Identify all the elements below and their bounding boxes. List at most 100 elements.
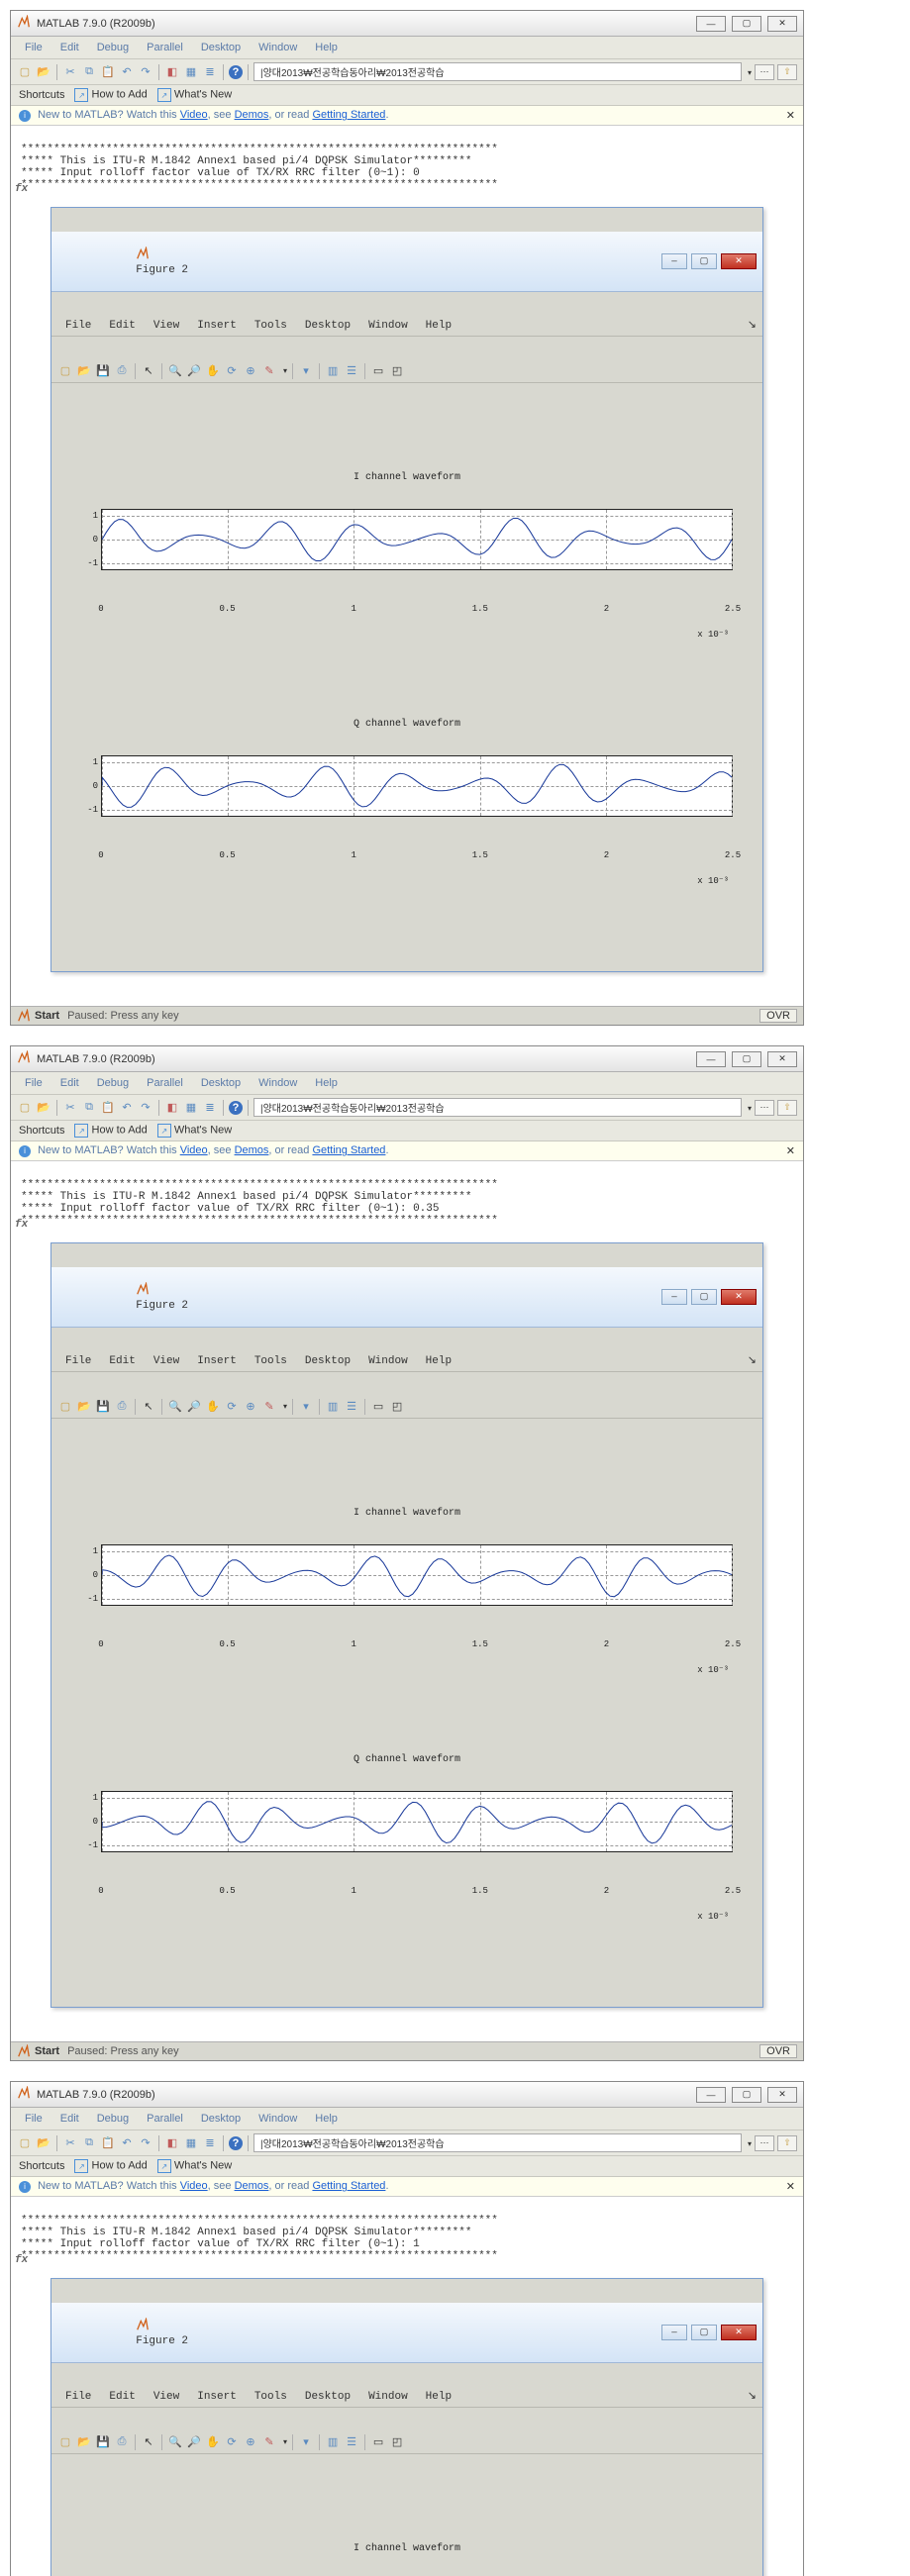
menu-help[interactable]: Help <box>307 2111 346 2127</box>
menu-window[interactable]: Window <box>251 1075 305 1091</box>
redo-icon[interactable]: ↷ <box>138 64 153 80</box>
undock-icon[interactable]: ◰ <box>389 1399 405 1415</box>
brush-dropdown[interactable] <box>280 2436 287 2448</box>
shortcut-how-to-add[interactable]: ↗ How to Add <box>74 2159 147 2173</box>
shortcut-whats-new[interactable]: ↗ What's New <box>157 1124 232 1138</box>
simulink-icon[interactable]: ◧ <box>164 2135 180 2151</box>
figure-maximize-button[interactable]: ▢ <box>691 2325 717 2340</box>
fx-icon[interactable]: fx <box>15 2254 28 2266</box>
help-icon[interactable]: ? <box>229 1101 243 1115</box>
up-folder-button[interactable]: ⇧ <box>777 2135 797 2151</box>
colorbar-icon[interactable]: ▥ <box>325 2434 341 2450</box>
fig-menu-help[interactable]: Help <box>418 318 459 334</box>
menu-parallel[interactable]: Parallel <box>139 2111 191 2127</box>
brush-icon[interactable]: ✎ <box>261 363 277 379</box>
fig-menu-file[interactable]: File <box>57 2389 99 2405</box>
current-folder-path[interactable]: |양대2013₩전공학습동아리₩2013전공학습 <box>253 62 742 81</box>
fig-menu-file[interactable]: File <box>57 318 99 334</box>
zoomout-icon[interactable]: 🔎 <box>186 363 202 379</box>
zoomin-icon[interactable]: 🔍 <box>167 1399 183 1415</box>
link-icon[interactable]: ▾ <box>298 2434 314 2450</box>
arrow-icon[interactable]: ↖ <box>141 2434 156 2450</box>
maximize-button[interactable]: ▢ <box>732 2087 761 2103</box>
minimize-button[interactable]: — <box>696 16 726 32</box>
figure-dock-toggle-icon[interactable]: ↘ <box>748 318 757 334</box>
new-icon[interactable]: ▢ <box>57 2434 73 2450</box>
open-icon[interactable]: 📂 <box>76 363 92 379</box>
fig-menu-window[interactable]: Window <box>360 1353 416 1369</box>
menu-parallel[interactable]: Parallel <box>139 40 191 55</box>
figure-dock-toggle-icon[interactable]: ↘ <box>748 1353 757 1369</box>
figure-close-button[interactable]: ✕ <box>721 2325 757 2340</box>
menu-window[interactable]: Window <box>251 2111 305 2127</box>
datacursor-icon[interactable]: ⊕ <box>243 2434 258 2450</box>
maximize-button[interactable]: ▢ <box>732 16 761 32</box>
getting-started-link[interactable]: Getting Started <box>312 109 385 121</box>
menu-desktop[interactable]: Desktop <box>193 40 249 55</box>
menu-file[interactable]: File <box>17 2111 51 2127</box>
fig-menu-desktop[interactable]: Desktop <box>297 318 358 334</box>
new-icon[interactable]: ▢ <box>17 1100 33 1116</box>
legend-icon[interactable]: ☰ <box>344 363 359 379</box>
close-button[interactable]: ✕ <box>767 1051 797 1067</box>
getting-started-link[interactable]: Getting Started <box>312 2180 385 2192</box>
copy-icon[interactable]: ⧉ <box>81 2135 97 2151</box>
fig-menu-window[interactable]: Window <box>360 318 416 334</box>
notice-close-button[interactable]: ✕ <box>786 2180 795 2193</box>
undo-icon[interactable]: ↶ <box>119 1100 135 1116</box>
link-icon[interactable]: ▾ <box>298 1399 314 1415</box>
shortcut-how-to-add[interactable]: ↗ How to Add <box>74 88 147 102</box>
fig-menu-window[interactable]: Window <box>360 2389 416 2405</box>
save-icon[interactable]: 💾 <box>95 363 111 379</box>
fx-icon[interactable]: fx <box>15 183 28 195</box>
close-button[interactable]: ✕ <box>767 2087 797 2103</box>
demos-link[interactable]: Demos <box>235 109 269 121</box>
menu-edit[interactable]: Edit <box>52 40 87 55</box>
open-icon[interactable]: 📂 <box>76 2434 92 2450</box>
video-link[interactable]: Video <box>180 2180 208 2192</box>
menu-edit[interactable]: Edit <box>52 1075 87 1091</box>
fig-menu-insert[interactable]: Insert <box>189 2389 245 2405</box>
undock-icon[interactable]: ◰ <box>389 363 405 379</box>
cut-icon[interactable]: ✂ <box>62 1100 78 1116</box>
legend-icon[interactable]: ☰ <box>344 2434 359 2450</box>
print-icon[interactable]: ⎙ <box>114 2434 130 2450</box>
menu-desktop[interactable]: Desktop <box>193 1075 249 1091</box>
datacursor-icon[interactable]: ⊕ <box>243 363 258 379</box>
redo-icon[interactable]: ↷ <box>138 1100 153 1116</box>
demos-link[interactable]: Demos <box>235 1144 269 1156</box>
datacursor-icon[interactable]: ⊕ <box>243 1399 258 1415</box>
simulink-icon[interactable]: ◧ <box>164 1100 180 1116</box>
guide-icon[interactable]: ▦ <box>183 1100 199 1116</box>
demos-link[interactable]: Demos <box>235 2180 269 2192</box>
simulink-icon[interactable]: ◧ <box>164 64 180 80</box>
up-folder-button[interactable]: ⇧ <box>777 64 797 80</box>
video-link[interactable]: Video <box>180 109 208 121</box>
maximize-button[interactable]: ▢ <box>732 1051 761 1067</box>
menu-debug[interactable]: Debug <box>89 1075 137 1091</box>
new-icon[interactable]: ▢ <box>57 363 73 379</box>
browse-folder-button[interactable]: ⋯ <box>755 1100 774 1116</box>
guide-icon[interactable]: ▦ <box>183 2135 199 2151</box>
fig-menu-tools[interactable]: Tools <box>247 2389 295 2405</box>
fig-menu-tools[interactable]: Tools <box>247 318 295 334</box>
start-button[interactable]: Start <box>17 2044 59 2058</box>
up-folder-button[interactable]: ⇧ <box>777 1100 797 1116</box>
arrow-icon[interactable]: ↖ <box>141 363 156 379</box>
notice-close-button[interactable]: ✕ <box>786 1144 795 1157</box>
dock-icon[interactable]: ▭ <box>370 2434 386 2450</box>
shortcut-how-to-add[interactable]: ↗ How to Add <box>74 1124 147 1138</box>
menu-window[interactable]: Window <box>251 40 305 55</box>
fig-menu-help[interactable]: Help <box>418 2389 459 2405</box>
paste-icon[interactable]: 📋 <box>100 2135 116 2151</box>
pan-icon[interactable]: ✋ <box>205 2434 221 2450</box>
menu-edit[interactable]: Edit <box>52 2111 87 2127</box>
figure-minimize-button[interactable]: — <box>661 253 687 269</box>
start-button[interactable]: Start <box>17 1009 59 1023</box>
open-icon[interactable]: 📂 <box>36 64 51 80</box>
new-icon[interactable]: ▢ <box>17 64 33 80</box>
figure-minimize-button[interactable]: — <box>661 2325 687 2340</box>
link-icon[interactable]: ▾ <box>298 363 314 379</box>
fig-menu-edit[interactable]: Edit <box>101 1353 143 1369</box>
brush-icon[interactable]: ✎ <box>261 1399 277 1415</box>
